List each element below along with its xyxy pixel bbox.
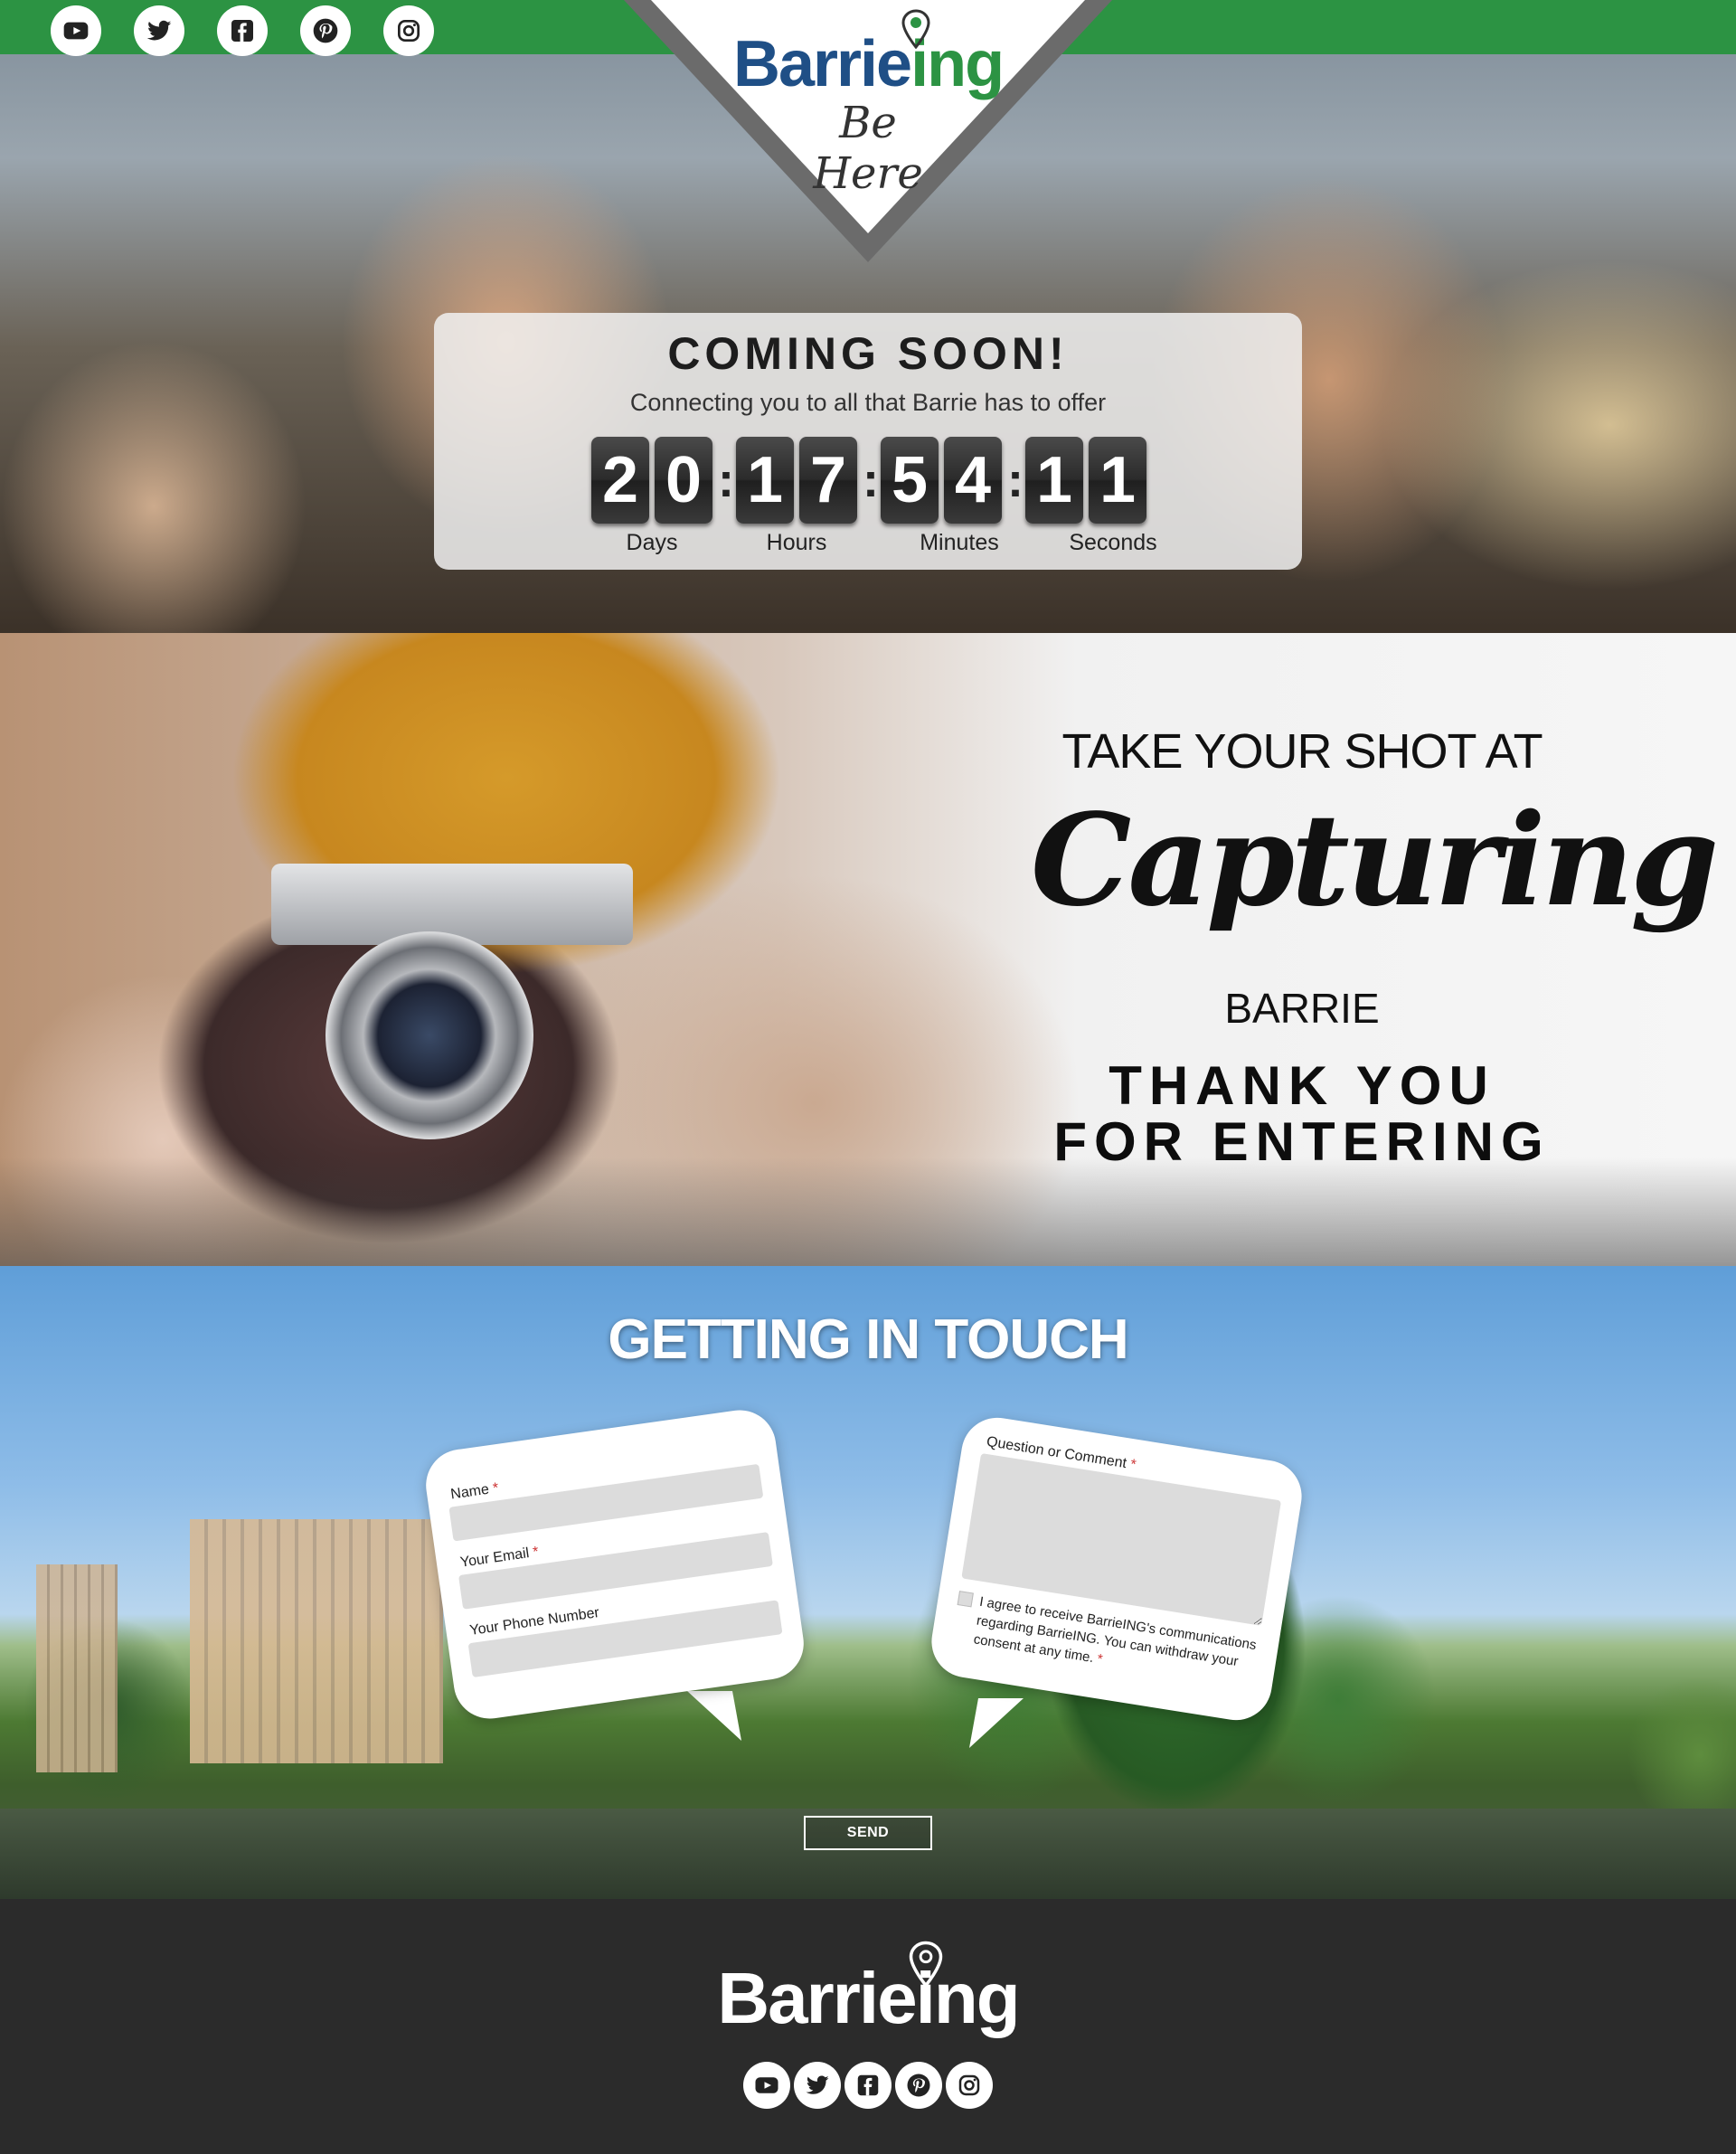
footer-logo-main: Barrie [717, 1958, 917, 2038]
contact-title: GETTING IN TOUCH [608, 1308, 1128, 1371]
twitter-link[interactable] [794, 2062, 841, 2109]
countdown-digits: 2 0 : 1 7 : 5 4 : 1 1 [591, 436, 1152, 524]
hero-section: Barrieing Be Here COMING SOON! Connectin… [0, 0, 1736, 633]
pinterest-link[interactable] [895, 2062, 942, 2109]
unit-seconds: Seconds [1069, 530, 1157, 555]
logo-name-main: Barrie [732, 28, 912, 100]
camera-photo-body [271, 864, 633, 945]
facebook-link[interactable] [217, 5, 268, 56]
instagram-link[interactable] [383, 5, 434, 56]
building-background [190, 1519, 443, 1763]
camera-lens-photo [326, 931, 533, 1139]
promo-script-heading: Capturing [1031, 787, 1719, 935]
youtube-icon [63, 22, 89, 40]
pinterest-icon [313, 18, 338, 43]
social-links-top [51, 5, 434, 56]
unit-hours: Hours [766, 530, 827, 555]
countdown-separator: : [1007, 453, 1024, 507]
social-links-footer [743, 2062, 993, 2109]
promo-line1: TAKE YOUR SHOT AT [1061, 724, 1543, 779]
youtube-link[interactable] [743, 2062, 790, 2109]
countdown-digit: 1 [1089, 437, 1146, 524]
instagram-link[interactable] [946, 2062, 993, 2109]
countdown-digit: 5 [881, 437, 939, 524]
contact-form-right: Question or Comment * I agree to receive… [926, 1412, 1307, 1725]
logo-tagline: Be Here [813, 98, 923, 199]
footer: Barrieing [0, 1899, 1736, 2154]
speech-bubble-tail [687, 1691, 741, 1741]
bottom-shade [0, 1157, 1736, 1266]
countdown-digit: 4 [944, 437, 1002, 524]
footer-logo[interactable]: Barrieing [687, 1957, 1049, 2040]
instagram-icon [398, 20, 420, 42]
consent-checkbox[interactable] [957, 1591, 974, 1608]
contact-form-left: Name * Your Email * Your Phone Number [421, 1405, 808, 1724]
facebook-icon [857, 2074, 879, 2096]
twitter-icon [146, 20, 172, 41]
facebook-link[interactable] [844, 2062, 892, 2109]
pinterest-link[interactable] [300, 5, 351, 56]
send-button[interactable]: SEND [804, 1816, 932, 1850]
coming-soon-title: COMING SOON! [667, 328, 1069, 379]
promo-section: TAKE YOUR SHOT AT Capturing BARRIE THANK… [0, 633, 1736, 1266]
countdown-units: Days Hours Minutes Seconds [591, 530, 1157, 559]
countdown-separator: : [863, 453, 879, 507]
countdown-digit: 7 [799, 437, 857, 524]
countdown-panel: COMING SOON! Connecting you to all that … [434, 313, 1302, 570]
logo-wordmark[interactable]: Barrieing [723, 27, 1013, 101]
pinterest-icon [907, 2074, 930, 2097]
promo-thanks-line1: THANK YOU [1109, 1055, 1495, 1116]
twitter-link[interactable] [134, 5, 184, 56]
unit-days: Days [626, 530, 678, 555]
location-pin-icon [909, 1941, 943, 1988]
youtube-link[interactable] [51, 5, 101, 56]
countdown-digit: 1 [736, 437, 794, 524]
promo-thanks: THANK YOU FOR ENTERING [1031, 1058, 1573, 1170]
youtube-icon [755, 2077, 778, 2093]
unit-minutes: Minutes [920, 530, 999, 555]
coming-soon-subtitle: Connecting you to all that Barrie has to… [629, 389, 1107, 416]
instagram-icon [958, 2074, 980, 2096]
countdown-separator: : [718, 453, 734, 507]
location-pin-icon [901, 9, 930, 49]
twitter-icon [806, 2075, 829, 2094]
countdown-digit: 0 [655, 437, 712, 524]
facebook-icon [231, 20, 253, 42]
countdown-digit: 2 [591, 437, 649, 524]
countdown-digit: 1 [1025, 437, 1083, 524]
promo-line3: BARRIE [1224, 985, 1380, 1032]
building-background [36, 1564, 118, 1772]
speech-bubble-tail [969, 1698, 1024, 1748]
promo-thanks-line2: FOR ENTERING [1053, 1111, 1551, 1172]
contact-section: GETTING IN TOUCH Name * Your Email * You… [0, 1266, 1736, 1899]
